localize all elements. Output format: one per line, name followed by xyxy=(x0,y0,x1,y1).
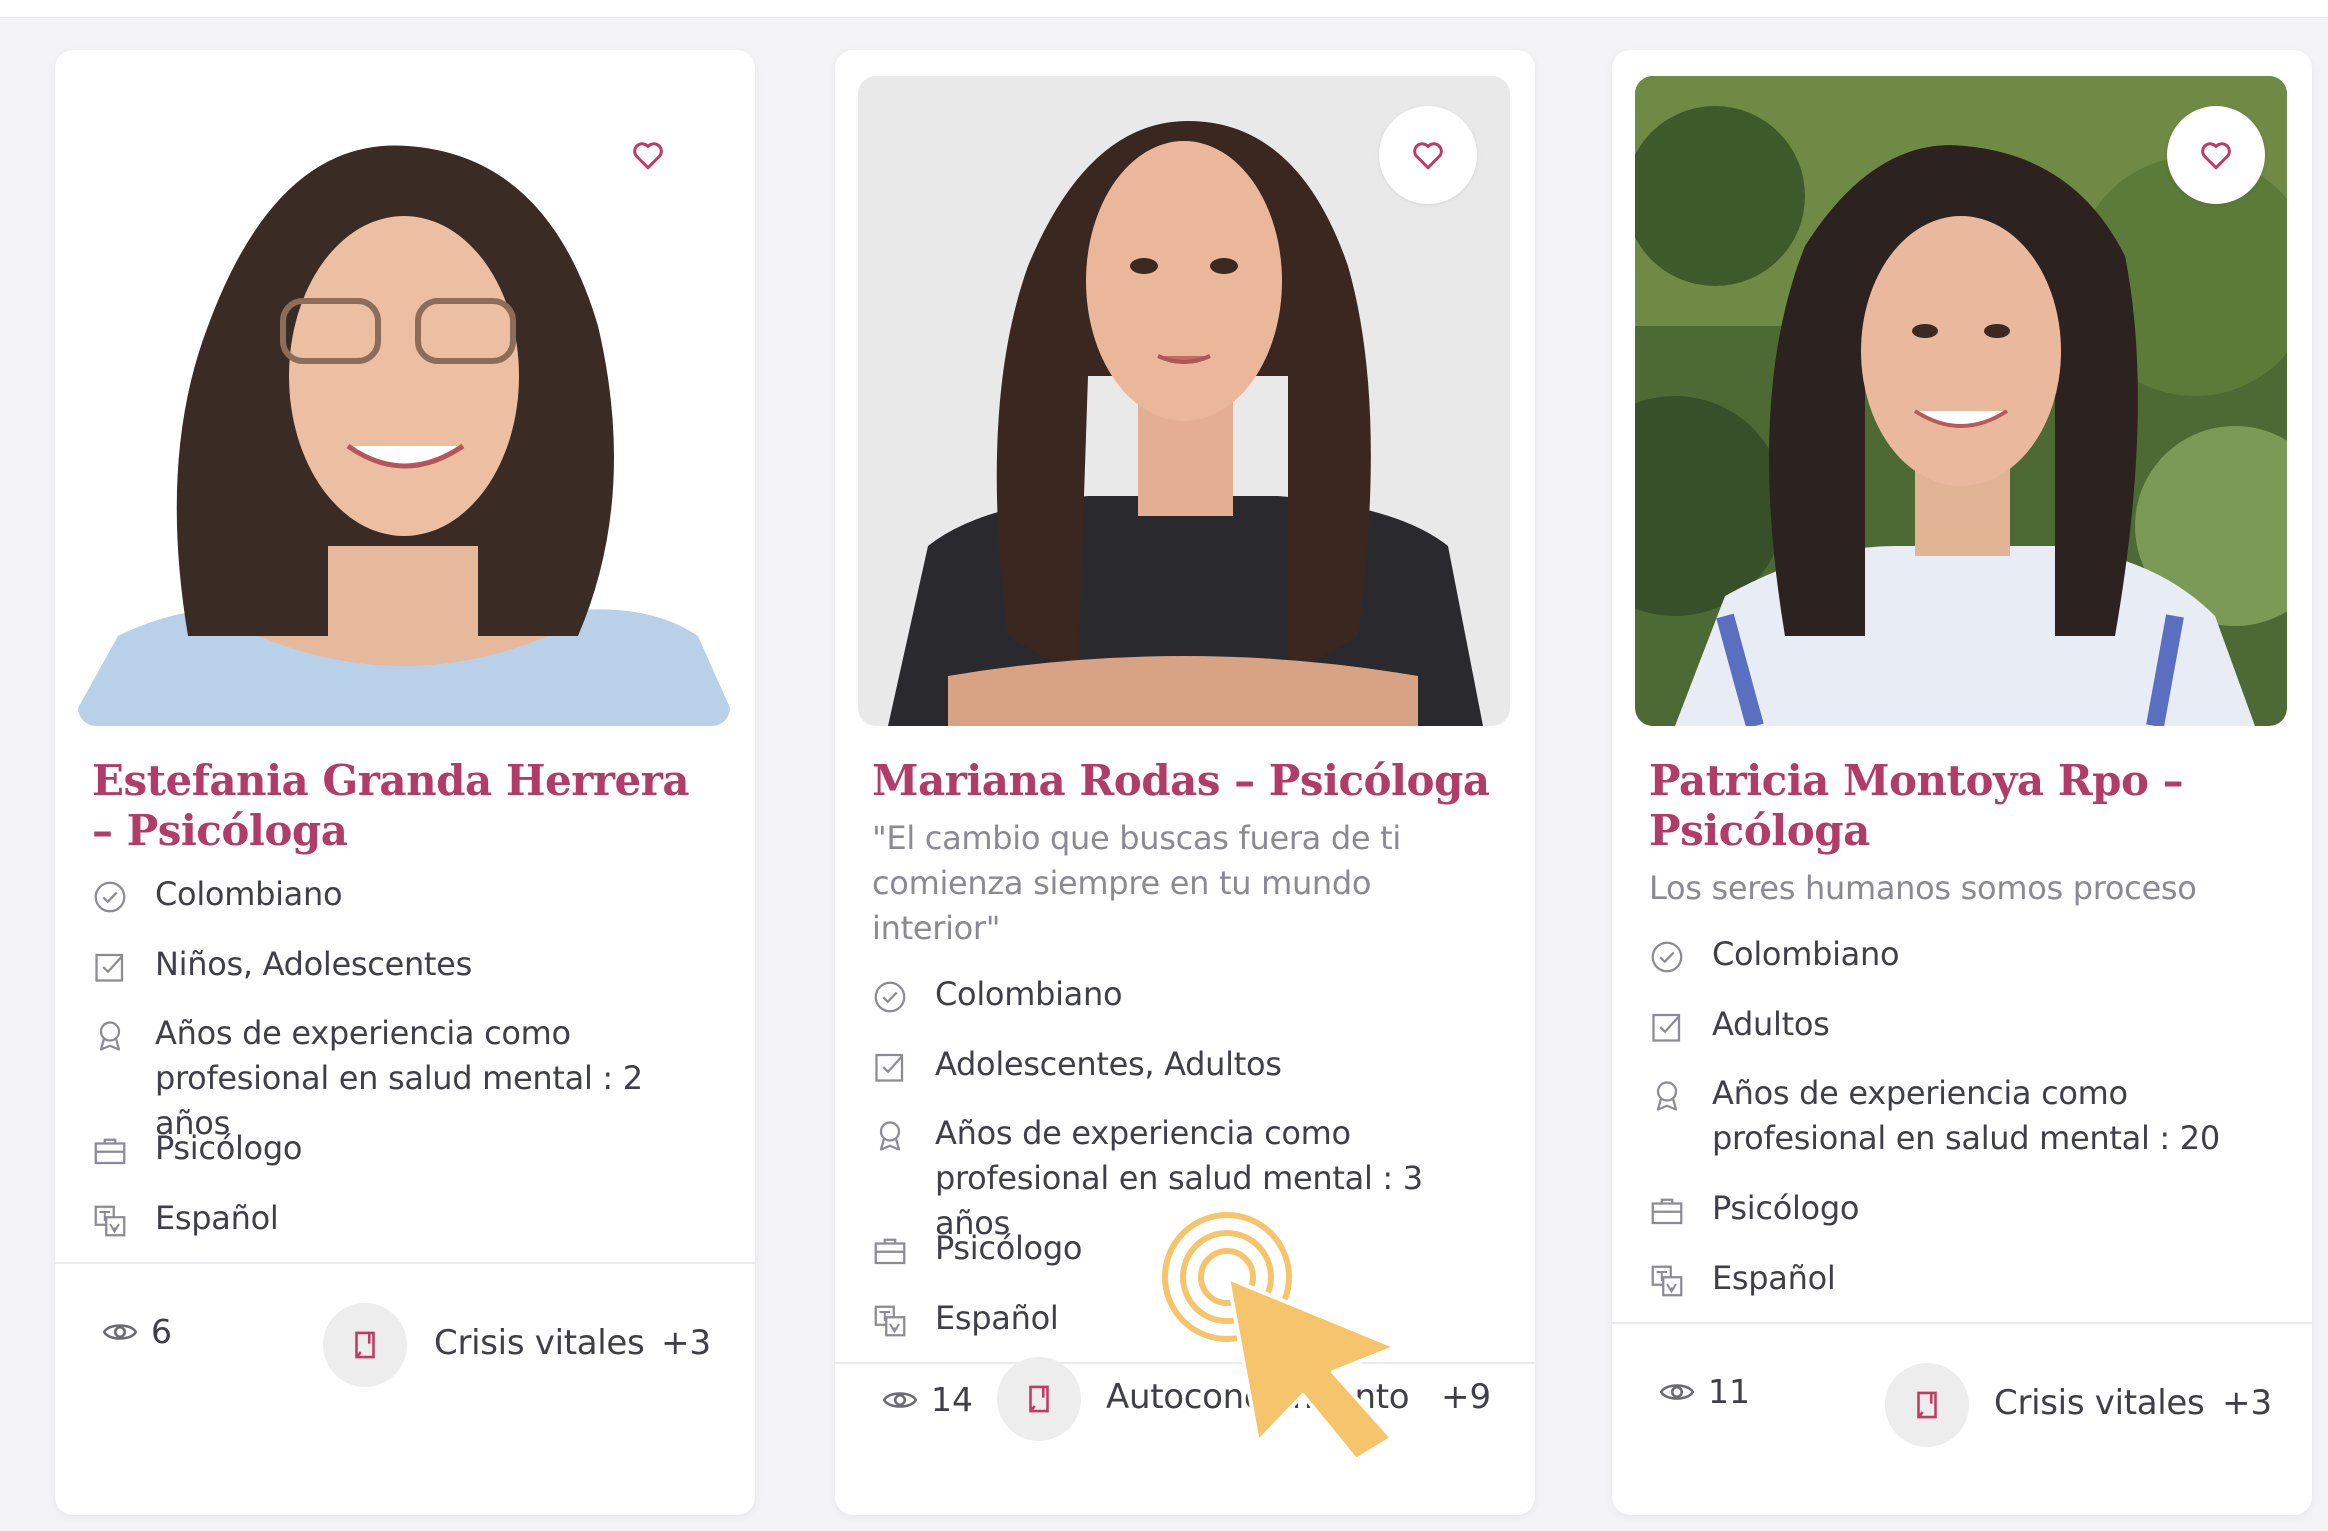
favorite-button[interactable] xyxy=(2167,106,2265,204)
attribute-audience: Adolescentes, Adultos xyxy=(872,1042,1505,1087)
attribute-nationality: Colombiano xyxy=(92,872,725,917)
specialty-tag-button[interactable] xyxy=(997,1357,1081,1441)
more-specialties[interactable]: +3 xyxy=(2222,1383,2272,1423)
check-circle-icon xyxy=(872,979,908,1015)
check-circle-icon xyxy=(92,879,128,915)
heart-icon xyxy=(630,137,666,173)
eye-icon xyxy=(881,1381,919,1419)
psychologist-card[interactable]: Estefania Granda Herrera – Psicóloga Col… xyxy=(55,50,755,1515)
favorite-button[interactable] xyxy=(599,106,697,204)
award-icon xyxy=(872,1118,908,1154)
card-divider xyxy=(55,1262,755,1264)
specialty-tag[interactable]: Crisis vitales xyxy=(434,1323,645,1363)
briefcase-icon xyxy=(92,1133,128,1169)
attribute-audience: Adultos xyxy=(1649,1002,2282,1047)
psychologist-name[interactable]: Estefania Granda Herrera – Psicóloga xyxy=(92,756,715,856)
heart-icon xyxy=(2198,137,2234,173)
psychologist-quote: Los seres humanos somos proceso xyxy=(1649,869,2197,907)
favorite-button[interactable] xyxy=(1379,106,1477,204)
psychologist-quote: "El cambio que buscas fuera de ti comien… xyxy=(872,819,1401,947)
attribute-language: Español xyxy=(1649,1256,2282,1301)
psychologist-card[interactable]: Patricia Montoya Rpo – Psicóloga Los ser… xyxy=(1612,50,2312,1515)
attribute-nationality: Colombiano xyxy=(1649,932,2282,977)
attribute-audience: Niños, Adolescentes xyxy=(92,942,725,987)
cursor-pointer-icon xyxy=(1162,1212,1398,1462)
view-count: 6 xyxy=(101,1312,172,1351)
card-divider xyxy=(1612,1322,2312,1324)
view-count: 11 xyxy=(1658,1372,1750,1411)
award-icon xyxy=(1649,1078,1685,1114)
attribute-language: Español xyxy=(92,1196,725,1241)
book-icon xyxy=(348,1328,382,1362)
top-bar xyxy=(0,0,2328,18)
translate-icon xyxy=(1649,1263,1685,1299)
specialty-tag[interactable]: Crisis vitales xyxy=(1994,1383,2205,1423)
briefcase-icon xyxy=(872,1233,908,1269)
view-count: 14 xyxy=(881,1380,973,1419)
heart-icon xyxy=(1410,137,1446,173)
more-specialties[interactable]: +3 xyxy=(661,1323,711,1363)
eye-icon xyxy=(1658,1373,1696,1411)
eye-icon xyxy=(101,1313,139,1351)
translate-icon xyxy=(872,1303,908,1339)
attribute-nationality: Colombiano xyxy=(872,972,1505,1017)
checkbox-icon xyxy=(1649,1009,1685,1045)
book-icon xyxy=(1022,1382,1056,1416)
psychologist-name[interactable]: Mariana Rodas – Psicóloga xyxy=(872,756,1495,806)
specialty-tag-button[interactable] xyxy=(323,1303,407,1387)
book-icon xyxy=(1910,1388,1944,1422)
checkbox-icon xyxy=(872,1049,908,1085)
more-specialties[interactable]: +9 xyxy=(1441,1377,1491,1417)
attribute-profession: Psicólogo xyxy=(92,1126,725,1171)
briefcase-icon xyxy=(1649,1193,1685,1229)
attribute-profession: Psicólogo xyxy=(1649,1186,2282,1231)
psychologist-name[interactable]: Patricia Montoya Rpo – Psicóloga xyxy=(1649,756,2232,856)
specialty-tag-button[interactable] xyxy=(1885,1363,1969,1447)
checkbox-icon xyxy=(92,949,128,985)
award-icon xyxy=(92,1018,128,1054)
attribute-experience: Años de experiencia como profesional en … xyxy=(1649,1071,2282,1161)
translate-icon xyxy=(92,1203,128,1239)
check-circle-icon xyxy=(1649,939,1685,975)
